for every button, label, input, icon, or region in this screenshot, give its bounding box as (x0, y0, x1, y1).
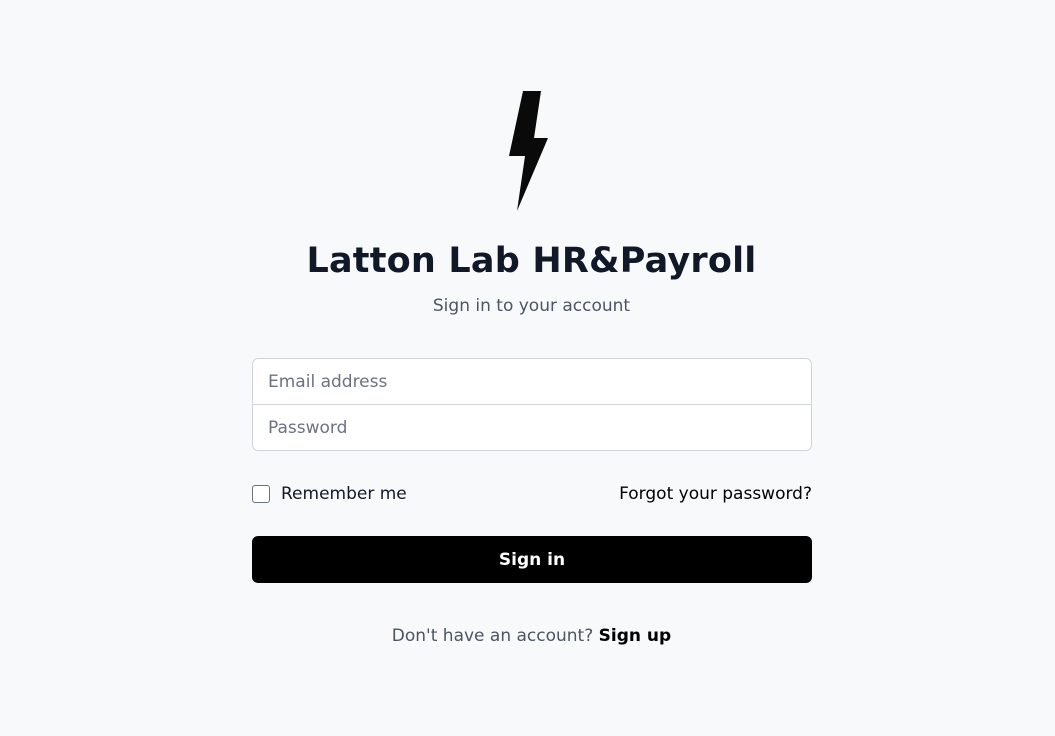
options-row: Remember me Forgot your password? (252, 482, 812, 506)
login-page: Latton Lab HR&Payroll Sign in to your ac… (0, 0, 1055, 736)
lightning-bolt-icon (507, 90, 549, 212)
credentials-field-group (252, 358, 812, 451)
email-input[interactable] (253, 359, 811, 404)
remember-me-control[interactable]: Remember me (252, 482, 407, 506)
signup-prompt-text: Don't have an account? (391, 626, 599, 646)
password-input[interactable] (253, 405, 811, 450)
page-subtitle: Sign in to your account (432, 296, 631, 316)
remember-me-label: Remember me (281, 484, 407, 504)
sign-in-button[interactable]: Sign in (252, 536, 812, 583)
signup-prompt: Don't have an account? Sign up (0, 624, 1055, 648)
forgot-password-link[interactable]: Forgot your password? (619, 482, 812, 506)
sign-up-link[interactable]: Sign up (599, 626, 672, 646)
app-title: Latton Lab HR&Payroll (306, 241, 757, 281)
remember-me-checkbox[interactable] (252, 485, 270, 503)
